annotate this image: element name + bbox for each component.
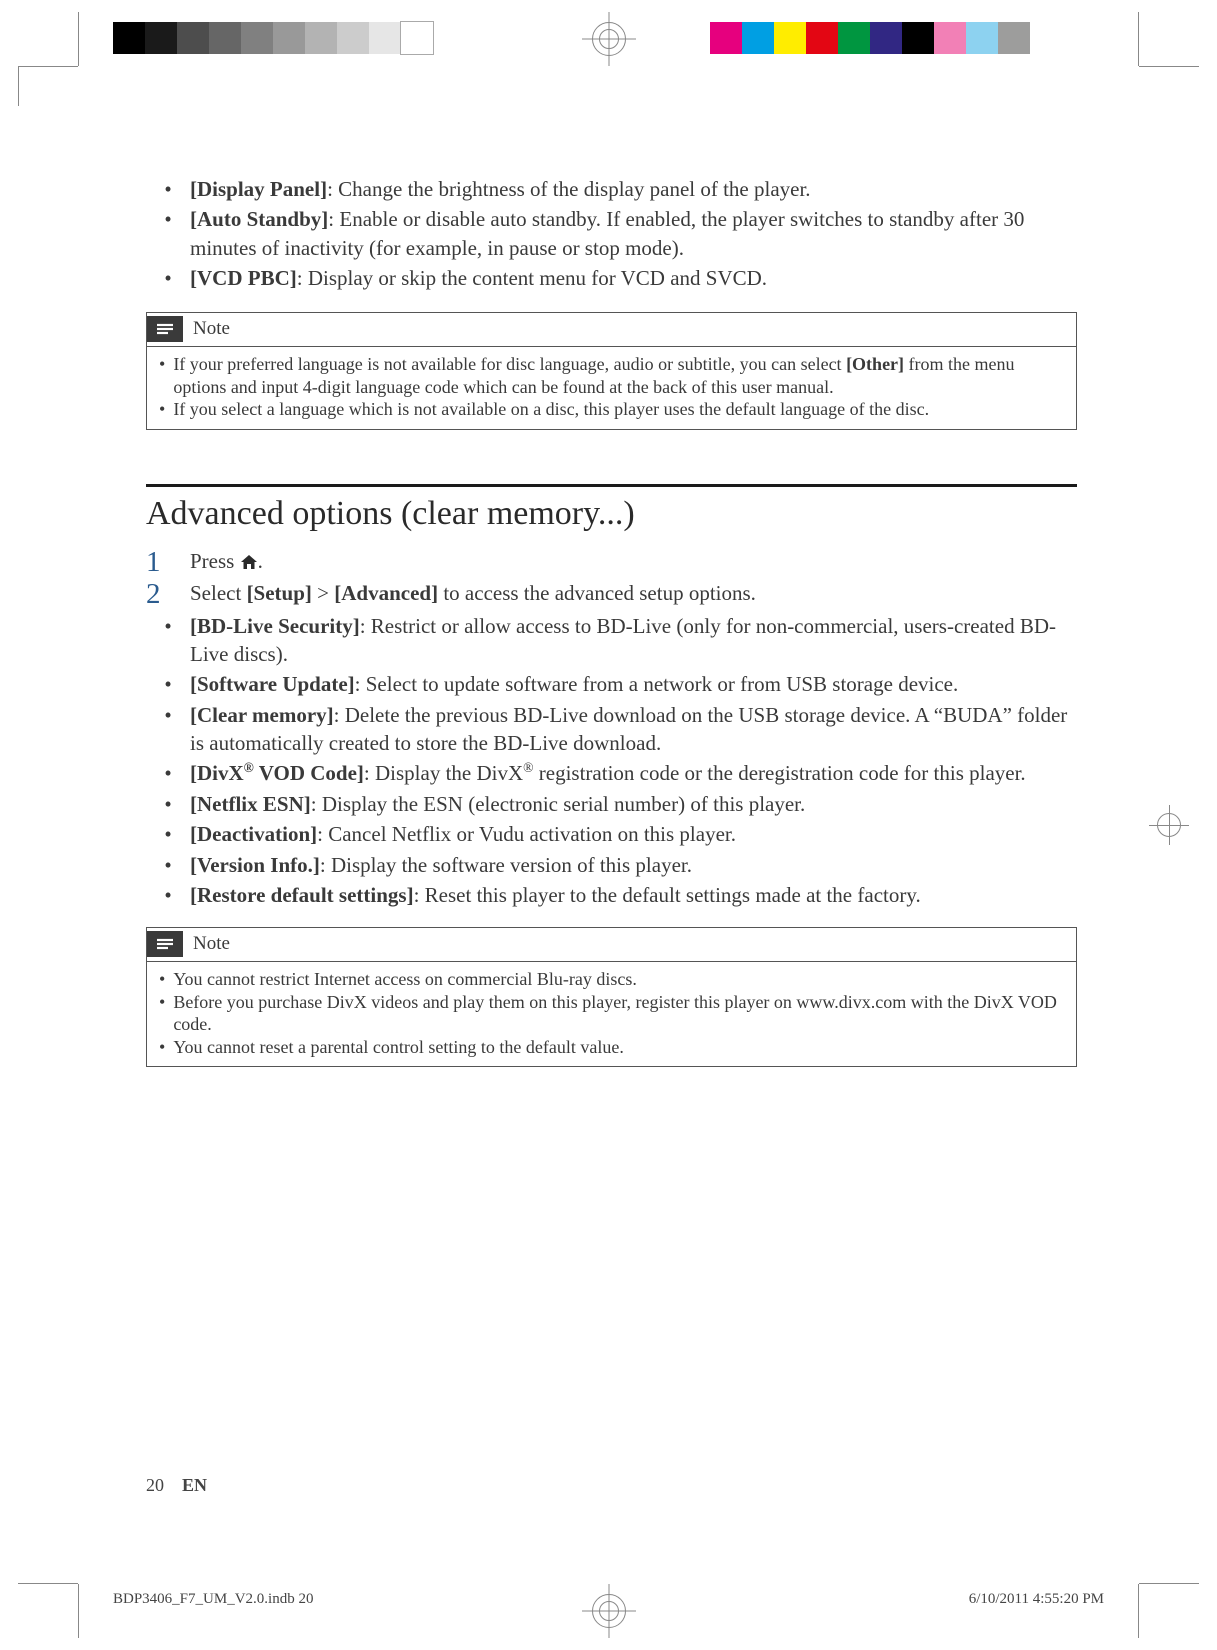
list-item: •[Restore default settings]: Reset this … [146,881,1077,909]
preference-options-list: •[Display Panel]: Change the brightness … [146,175,1077,292]
list-item: •[Version Info.]: Display the software v… [146,851,1077,879]
page-number: 20EN [146,1475,207,1496]
note-box: Note •If your preferred language is not … [146,312,1077,430]
note-title: Note [193,318,230,340]
list-item: •[DivX® VOD Code]: Display the DivX® reg… [146,759,1077,787]
section-heading-advanced: Advanced options (clear memory...) [146,495,1077,533]
home-icon [240,549,258,573]
step-item: 2Select [Setup] > [Advanced] to access t… [146,579,1077,609]
list-item: •[BD-Live Security]: Restrict or allow a… [146,612,1077,669]
registration-target-icon [592,22,626,56]
list-item: •[Software Update]: Select to update sof… [146,670,1077,698]
note-title: Note [193,933,230,955]
list-item: •[Display Panel]: Change the brightness … [146,175,1077,203]
grayscale-calibration-bar [113,22,433,54]
note-item: •Before you purchase DivX videos and pla… [159,991,1066,1036]
note-icon [147,931,183,957]
note-item: •You cannot reset a parental control set… [159,1036,1066,1059]
note-box: Note •You cannot restrict Internet acces… [146,927,1077,1067]
list-item: •[Deactivation]: Cancel Netflix or Vudu … [146,820,1077,848]
note-item: •You cannot restrict Internet access on … [159,968,1066,991]
section-divider [146,484,1077,495]
registration-target-icon [1157,813,1181,837]
list-item: •[Auto Standby]: Enable or disable auto … [146,205,1077,262]
note-item: •If you select a language which is not a… [159,398,1066,421]
list-item: •[VCD PBC]: Display or skip the content … [146,264,1077,292]
list-item: •[Netflix ESN]: Display the ESN (electro… [146,790,1077,818]
print-timestamp: 6/10/2011 4:55:20 PM [969,1591,1104,1608]
step-item: 1Press . [146,547,1077,577]
print-file-name: BDP3406_F7_UM_V2.0.indb 20 [113,1591,313,1608]
list-item: •[Clear memory]: Delete the previous BD-… [146,701,1077,758]
page-content: •[Display Panel]: Change the brightness … [146,175,1077,1067]
print-footer: BDP3406_F7_UM_V2.0.indb 20 6/10/2011 4:5… [113,1591,1104,1608]
note-item: •If your preferred language is not avail… [159,353,1066,398]
advanced-options-list: 1Press .2Select [Setup] > [Advanced] to … [146,547,1077,909]
color-calibration-bar [710,22,1030,54]
note-icon [147,316,183,342]
